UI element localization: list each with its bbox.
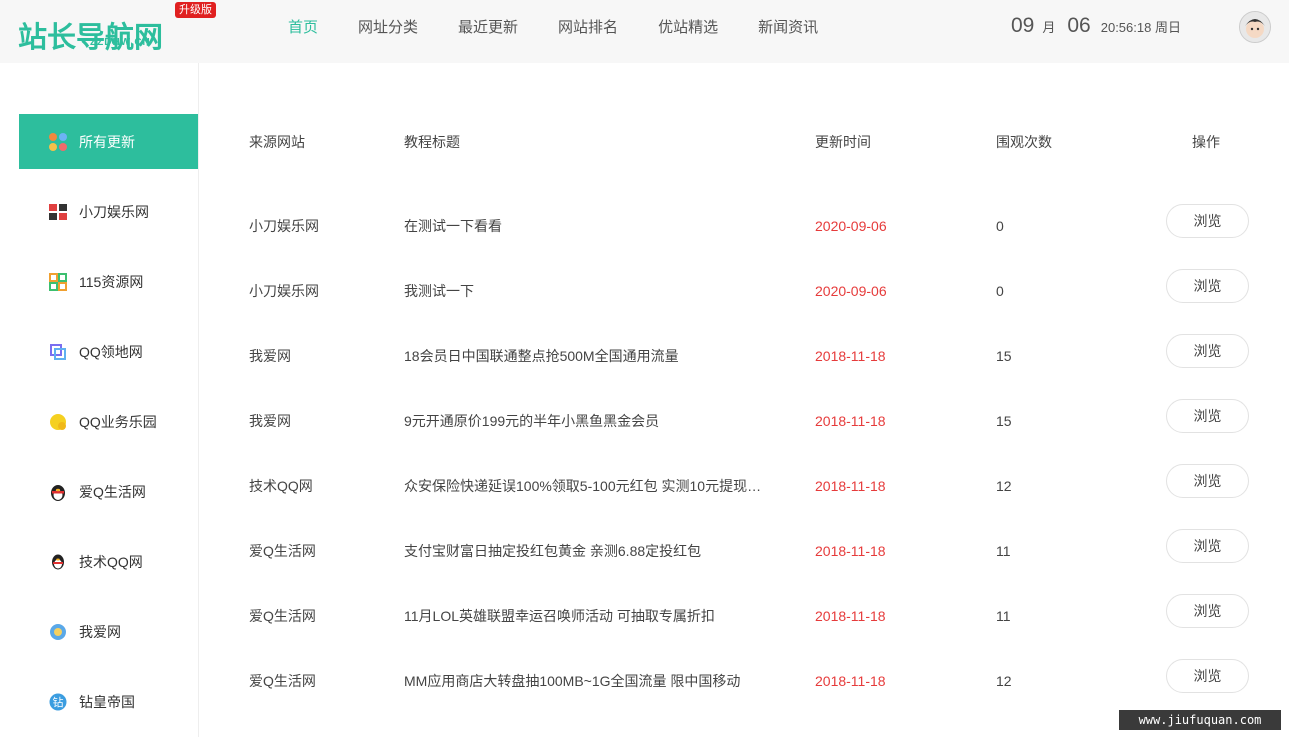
row-time: 2018-11-18	[815, 543, 886, 559]
row-title[interactable]: MM应用商店大转盘抽100MB~1G全国流量 限中国移动	[404, 672, 789, 690]
row-views: 12	[996, 478, 1012, 494]
row-source[interactable]: 爱Q生活网	[249, 542, 316, 560]
clock-month: 09	[1011, 14, 1035, 37]
table-row: 爱Q生活网 11月LOL英雄联盟幸运召唤师活动 可抽取专属折扣 2018-11-…	[0, 593, 1289, 658]
nav-news[interactable]: 新闻资讯	[758, 0, 818, 63]
row-views: 11	[996, 608, 1011, 624]
site-logo[interactable]: 站长导航网 ZZDHW.CN	[18, 10, 168, 54]
nav-home[interactable]: 首页	[288, 0, 318, 63]
watermark: www.jiufuquan.com	[1119, 710, 1281, 730]
header-source: 来源网站	[249, 134, 305, 150]
row-title[interactable]: 众安保险快递延误100%领取5-100元红包 实测10元提现…	[404, 477, 789, 495]
logo-text: 站长导航网	[18, 20, 164, 54]
nav-site-ranking[interactable]: 网站排名	[558, 0, 618, 63]
clock-day: 06	[1067, 14, 1091, 37]
upgrade-badge: 升级版	[175, 2, 216, 18]
top-header: 站长导航网 ZZDHW.CN 升级版 首页 网址分类 最近更新 网站排名 优站精…	[0, 0, 1289, 63]
browse-button[interactable]: 浏览	[1166, 659, 1249, 693]
logo-subtext: ZZDHW.CN	[90, 37, 151, 48]
row-views: 15	[996, 413, 1012, 429]
nav-categories[interactable]: 网址分类	[358, 0, 418, 63]
clock-time: 20:56:18 周日	[1100, 20, 1181, 35]
dots-grid-icon	[48, 132, 68, 152]
sidebar-item-all-updates[interactable]: 所有更新	[19, 114, 198, 169]
row-title[interactable]: 9元开通原价199元的半年小黑鱼黑金会员	[404, 412, 789, 430]
browse-button[interactable]: 浏览	[1166, 399, 1249, 433]
table-row: 爱Q生活网 支付宝财富日抽定投红包黄金 亲测6.88定投红包 2018-11-1…	[0, 528, 1289, 593]
row-source[interactable]: 小刀娱乐网	[249, 282, 319, 300]
table-row: 我爱网 9元开通原价199元的半年小黑鱼黑金会员 2018-11-18 15 浏…	[0, 398, 1289, 463]
row-time: 2020-09-06	[815, 283, 887, 299]
clock-month-unit: 月	[1042, 20, 1056, 35]
row-views: 0	[996, 218, 1004, 234]
row-time: 2018-11-18	[815, 608, 886, 624]
row-source[interactable]: 爱Q生活网	[249, 672, 316, 690]
row-source[interactable]: 爱Q生活网	[249, 607, 316, 625]
user-avatar[interactable]	[1239, 11, 1271, 43]
row-source[interactable]: 我爱网	[249, 347, 291, 365]
browse-button[interactable]: 浏览	[1166, 269, 1249, 303]
row-views: 15	[996, 348, 1012, 364]
row-source[interactable]: 技术QQ网	[249, 477, 313, 495]
header-op: 操作	[1192, 134, 1220, 150]
row-title[interactable]: 11月LOL英雄联盟幸运召唤师活动 可抽取专属折扣	[404, 607, 789, 625]
browse-button[interactable]: 浏览	[1166, 594, 1249, 628]
avatar-face-icon	[1240, 12, 1270, 42]
row-title[interactable]: 我测试一下	[404, 282, 789, 300]
nav-featured-sites[interactable]: 优站精选	[658, 0, 718, 63]
nav-recent-updates[interactable]: 最近更新	[458, 0, 518, 63]
table-row: 技术QQ网 众安保险快递延误100%领取5-100元红包 实测10元提现… 20…	[0, 463, 1289, 528]
row-time: 2020-09-06	[815, 218, 887, 234]
table-row: 小刀娱乐网 我测试一下 2020-09-06 0 浏览	[0, 268, 1289, 333]
row-source[interactable]: 我爱网	[249, 412, 291, 430]
row-time: 2018-11-18	[815, 413, 886, 429]
row-views: 0	[996, 283, 1004, 299]
row-title[interactable]: 支付宝财富日抽定投红包黄金 亲测6.88定投红包	[404, 542, 789, 560]
row-title[interactable]: 18会员日中国联通整点抢500M全国通用流量	[404, 347, 789, 365]
row-time: 2018-11-18	[815, 478, 886, 494]
date-clock: 09 月 06 20:56:18 周日	[1011, 14, 1181, 38]
browse-button[interactable]: 浏览	[1166, 529, 1249, 563]
row-time: 2018-11-18	[815, 348, 886, 364]
header-time: 更新时间	[815, 134, 871, 150]
header-views: 围观次数	[996, 134, 1052, 150]
row-views: 12	[996, 673, 1012, 689]
row-time: 2018-11-18	[815, 673, 886, 689]
browse-button[interactable]: 浏览	[1166, 334, 1249, 368]
row-views: 11	[996, 543, 1011, 559]
sidebar-item-label: 所有更新	[79, 133, 135, 150]
table-row: 小刀娱乐网 在测试一下看看 2020-09-06 0 浏览	[0, 203, 1289, 268]
table-row: 爱Q生活网 MM应用商店大转盘抽100MB~1G全国流量 限中国移动 2018-…	[0, 658, 1289, 723]
row-source[interactable]: 小刀娱乐网	[249, 217, 319, 235]
header-title: 教程标题	[404, 134, 460, 150]
row-title[interactable]: 在测试一下看看	[404, 217, 789, 235]
table-row: 我爱网 18会员日中国联通整点抢500M全国通用流量 2018-11-18 15…	[0, 333, 1289, 398]
browse-button[interactable]: 浏览	[1166, 204, 1249, 238]
main-nav: 首页 网址分类 最近更新 网站排名 优站精选 新闻资讯	[288, 0, 858, 63]
browse-button[interactable]: 浏览	[1166, 464, 1249, 498]
